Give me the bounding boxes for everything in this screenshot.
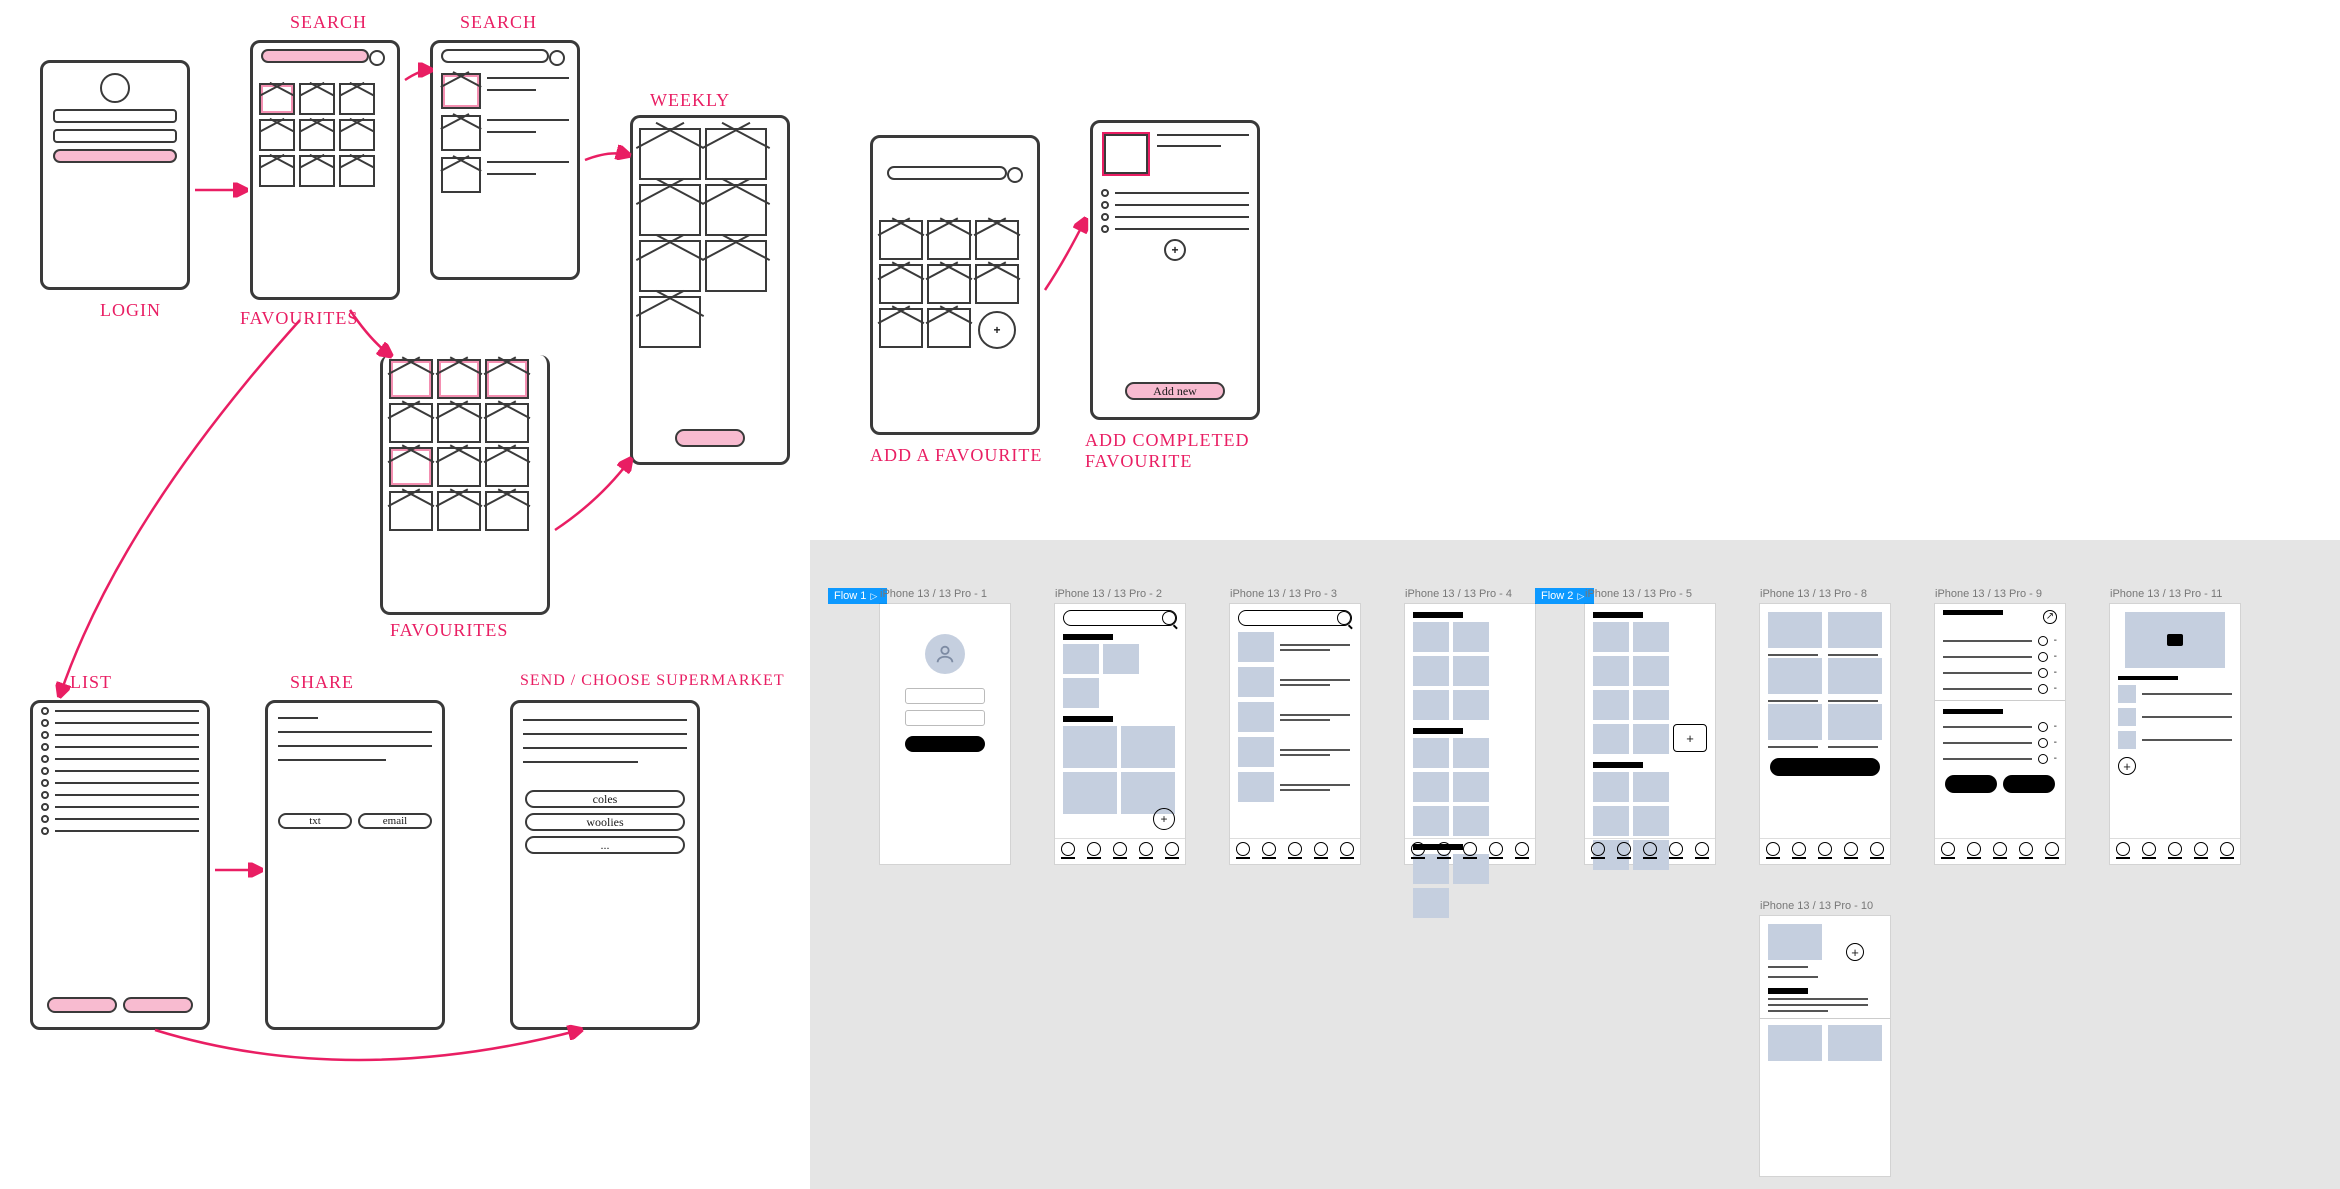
artboard-checklist[interactable]: ↗ - - - - - - - [1935,604,2065,864]
artboard-8[interactable] [1760,604,1890,864]
artboard-search-results[interactable] [1230,604,1360,864]
flow-tag-1[interactable]: Flow 1 [828,588,887,604]
search-icon [1337,611,1351,625]
image-placeholder [2125,612,2225,668]
tab-bar[interactable] [2110,838,2240,864]
frame-label: iPhone 13 / 13 Pro - 3 [1230,588,1337,600]
artboard-10[interactable]: + [1760,916,1890,1176]
frame-label: iPhone 13 / 13 Pro - 4 [1405,588,1512,600]
frame-label: iPhone 13 / 13 Pro - 9 [1935,588,2042,600]
username-input[interactable] [905,688,985,704]
login-button[interactable] [905,736,985,752]
frame-label: iPhone 13 / 13 Pro - 8 [1760,588,1867,600]
artboard-add-tile[interactable]: + [1585,604,1715,864]
frame-label: iPhone 13 / 13 Pro - 2 [1055,588,1162,600]
search-icon [1162,611,1176,625]
password-input[interactable] [905,710,985,726]
add-button[interactable]: + [1846,943,1864,961]
tab-bar[interactable] [1405,838,1535,864]
tab-bar[interactable] [1230,838,1360,864]
add-fab[interactable]: + [1153,808,1175,830]
add-tile[interactable]: + [1673,724,1707,752]
artboard-search-home[interactable]: + [1055,604,1185,864]
add-button[interactable]: + [2118,757,2136,775]
search-input[interactable] [1238,610,1352,626]
avatar-icon [925,634,965,674]
figma-canvas[interactable]: Flow 1 Flow 2 iPhone 13 / 13 Pro - 1 iPh… [810,540,2340,1189]
tab-bar[interactable] [1935,838,2065,864]
artboard-login[interactable] [880,604,1010,864]
tab-bar[interactable] [1055,838,1185,864]
tab-bar[interactable] [1760,838,1890,864]
frame-label: iPhone 13 / 13 Pro - 11 [2110,588,2222,600]
search-input[interactable] [1063,610,1177,626]
frame-label: iPhone 13 / 13 Pro - 5 [1585,588,1692,600]
artboard-detail[interactable]: + [2110,604,2240,864]
tab-bar[interactable] [1585,838,1715,864]
share-icon[interactable]: ↗ [2043,610,2057,624]
frame-label: iPhone 13 / 13 Pro - 1 [880,588,987,600]
frame-label: iPhone 13 / 13 Pro - 10 [1760,900,1873,912]
artboard-grid[interactable] [1405,604,1535,864]
